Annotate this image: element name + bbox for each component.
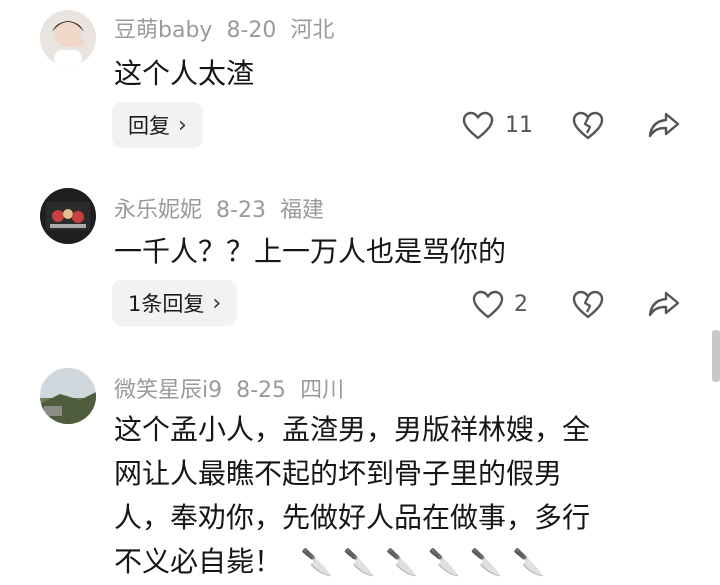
like-count: 2 xyxy=(514,292,528,317)
broken-heart-icon[interactable] xyxy=(572,290,604,320)
avatar[interactable] xyxy=(40,188,96,244)
knife-emoji-icon: 🔪 xyxy=(470,548,513,578)
comment-meta: 豆萌baby 8-20 河北 xyxy=(114,12,348,44)
username[interactable]: 永乐妮妮 xyxy=(114,198,202,223)
comment-text-line: 人，奉劝你，先做好人品在做事，多行 xyxy=(114,501,591,534)
comment-meta: 微笑星辰i9 8-25 四川 xyxy=(114,372,358,404)
comment-location: 河北 xyxy=(290,18,335,43)
share-icon[interactable] xyxy=(648,110,680,140)
scrollbar[interactable] xyxy=(712,330,720,382)
comment-item: 永乐妮妮 8-23 福建 一千人？？上一万人也是骂你的 1条回复 › 2 xyxy=(0,170,720,350)
chevron-right-icon: › xyxy=(178,112,187,138)
username[interactable]: 豆萌baby xyxy=(114,18,212,43)
comment-item: 豆萌baby 8-20 河北 这个人太渣 回复 › 11 xyxy=(0,0,720,170)
comment-location: 四川 xyxy=(300,378,345,403)
reply-button[interactable]: 回复 › xyxy=(112,102,203,148)
reply-button-label: 1条回复 xyxy=(128,292,205,316)
reply-button[interactable]: 1条回复 › xyxy=(112,280,238,326)
share-icon[interactable] xyxy=(648,289,680,319)
avatar[interactable] xyxy=(40,10,96,66)
username[interactable]: 微笑星辰i9 xyxy=(114,378,222,403)
like-count: 11 xyxy=(505,113,533,138)
comment-date: 8-25 xyxy=(236,378,287,403)
broken-heart-icon[interactable] xyxy=(572,111,604,141)
heart-icon[interactable] xyxy=(472,290,504,320)
knife-emoji-icon: 🔪 xyxy=(343,548,386,578)
chevron-right-icon: › xyxy=(212,290,222,316)
knife-emoji-icon: 🔪 xyxy=(385,548,429,578)
knife-emoji-icon: 🔪 xyxy=(300,548,344,578)
comment-text: 这个孟小人，孟渣男，男版祥林嫂，全 网让人最瞧不起的坏到骨子里的假男 人，奉劝你… xyxy=(114,408,590,585)
comment-meta: 永乐妮妮 8-23 福建 xyxy=(114,192,338,224)
comment-text-line: 不义必自毙！ 🔪🔪🔪🔪🔪🔪 xyxy=(114,540,590,585)
comment-text-line-part: 不义必自毙！ xyxy=(114,545,283,578)
reply-button-label: 回复 xyxy=(128,114,170,138)
comment-date: 8-23 xyxy=(216,198,266,223)
avatar[interactable] xyxy=(40,368,96,424)
comment-text-line: 这个孟小人，孟渣男，男版祥林嫂，全 xyxy=(114,413,591,446)
comment-date: 8-20 xyxy=(226,18,277,43)
comment-text: 一千人？？上一万人也是骂你的 xyxy=(114,235,507,268)
knife-emoji-icon: 🔪 xyxy=(512,548,546,578)
comment-text-line: 网让人最瞧不起的坏到骨子里的假男 xyxy=(114,457,563,490)
heart-icon[interactable] xyxy=(462,111,494,141)
knife-emoji-icon: 🔪 xyxy=(428,548,471,578)
comment-item: 微笑星辰i9 8-25 四川 这个孟小人，孟渣男，男版祥林嫂，全 网让人最瞧不起的坏… xyxy=(0,350,720,580)
comment-text: 这个人太渣 xyxy=(114,57,255,90)
comment-location: 福建 xyxy=(279,198,324,223)
